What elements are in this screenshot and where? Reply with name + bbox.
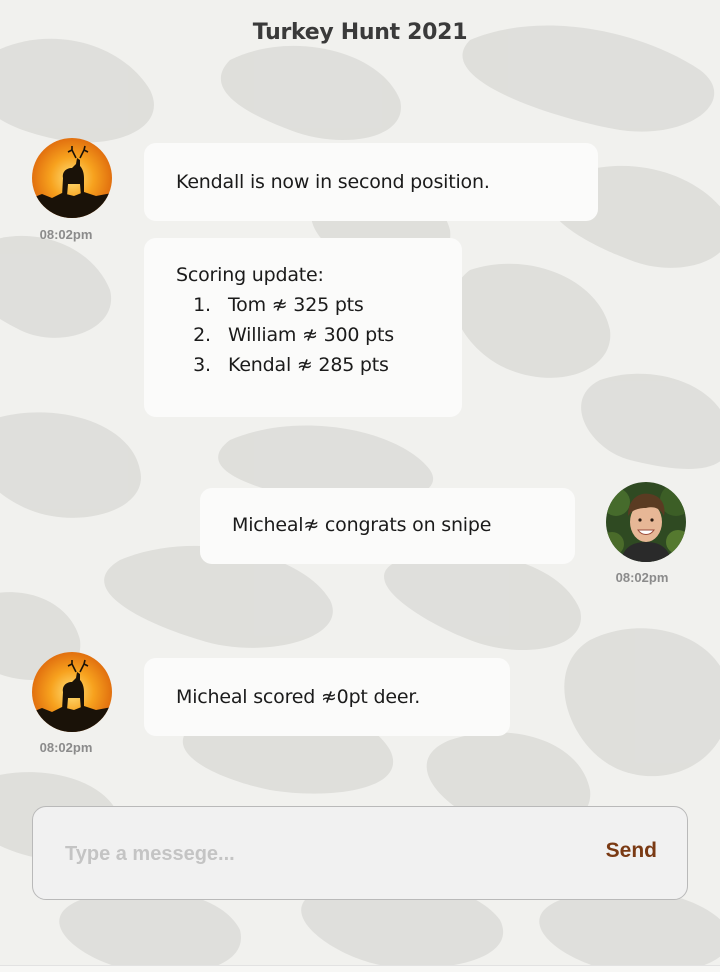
page-title: Turkey Hunt 2021 bbox=[252, 20, 468, 45]
list-text: William ≉ 300 pts bbox=[228, 324, 394, 346]
message-text: Kendall is now in second position. bbox=[176, 171, 490, 193]
scoring-list: 1. Tom ≉ 325 pts 2. William ≉ 300 pts 3.… bbox=[176, 290, 462, 380]
message-input[interactable] bbox=[63, 831, 547, 877]
message-composer: Send bbox=[32, 806, 688, 900]
list-text: Tom ≉ 325 pts bbox=[228, 294, 364, 316]
list-number: 2. bbox=[193, 324, 211, 346]
list-number: 1. bbox=[193, 294, 211, 316]
send-button[interactable]: Send bbox=[606, 839, 657, 863]
message-bubble: Kendall is now in second position. bbox=[144, 143, 598, 221]
list-text: Kendal ≉ 285 pts bbox=[228, 354, 389, 376]
young-man-photo-avatar bbox=[606, 482, 686, 562]
message-text: Micheal≉ congrats on snipe bbox=[232, 514, 492, 536]
scoring-heading: Scoring update: bbox=[176, 264, 324, 286]
list-item: 1. Tom ≉ 325 pts bbox=[176, 290, 462, 320]
list-number: 3. bbox=[193, 354, 211, 376]
deer-silhouette-avatar bbox=[32, 138, 112, 218]
message-bubble: Micheal≉ congrats on snipe bbox=[200, 488, 575, 564]
message-text: Micheal scored ≉0pt deer. bbox=[176, 686, 421, 708]
scoring-update-bubble: Scoring update: 1. Tom ≉ 325 pts 2. Will… bbox=[144, 238, 462, 417]
deer-silhouette-avatar bbox=[32, 652, 112, 732]
list-item: 3. Kendal ≉ 285 pts bbox=[176, 350, 462, 380]
message-timestamp: 08:02pm bbox=[39, 740, 93, 755]
message-timestamp: 08:02pm bbox=[39, 227, 93, 242]
bottom-bar bbox=[0, 965, 720, 972]
list-item: 2. William ≉ 300 pts bbox=[176, 320, 462, 350]
message-bubble: Micheal scored ≉0pt deer. bbox=[144, 658, 510, 736]
message-timestamp: 08:02pm bbox=[615, 570, 669, 585]
